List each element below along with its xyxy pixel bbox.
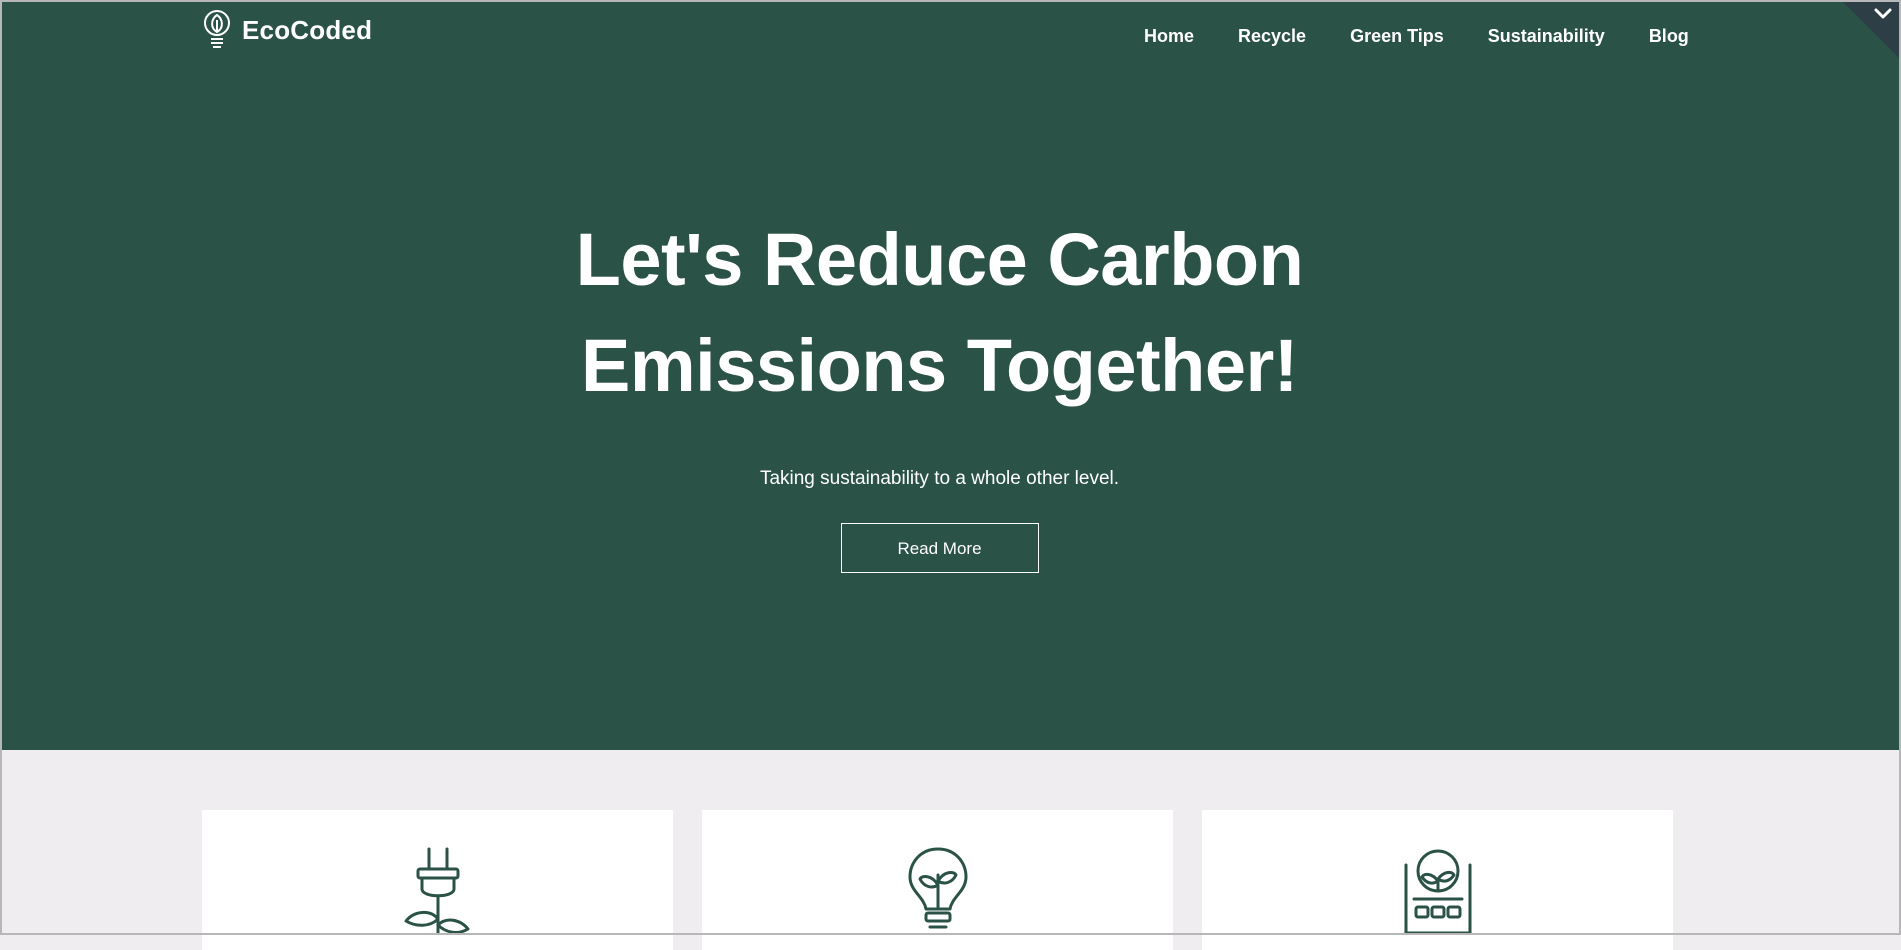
brand-name: EcoCoded bbox=[242, 14, 373, 45]
lightbulb-sprout-icon bbox=[908, 847, 967, 929]
plug-plant-icon bbox=[404, 847, 469, 935]
hero-title-line-1: Let's Reduce Carbon bbox=[575, 218, 1304, 301]
brand-logo-link[interactable]: EcoCoded bbox=[200, 8, 372, 52]
feature-card bbox=[1202, 810, 1673, 950]
hero-section: EcoCoded Home Recycle Green Tips Sustain… bbox=[2, 2, 1899, 750]
hero-subtitle: Taking sustainability to a whole other l… bbox=[759, 468, 1120, 489]
solar-panel-plant-icon bbox=[1404, 849, 1471, 935]
hero-title: Let's Reduce Carbon Emissions Together! bbox=[560, 207, 1320, 419]
lightbulb-leaf-icon bbox=[204, 10, 230, 48]
read-more-button[interactable]: Read More bbox=[840, 523, 1039, 573]
feature-card bbox=[702, 810, 1173, 950]
nav-link-green-tips[interactable]: Green Tips bbox=[1328, 22, 1466, 50]
corner-toggle[interactable] bbox=[1843, 2, 1899, 58]
navbar: EcoCoded Home Recycle Green Tips Sustain… bbox=[2, 2, 1899, 62]
main-nav: Home Recycle Green Tips Sustainability B… bbox=[1122, 22, 1711, 50]
nav-link-recycle[interactable]: Recycle bbox=[1216, 22, 1328, 50]
feature-card bbox=[202, 810, 673, 950]
feature-cards bbox=[202, 810, 1673, 950]
hero-content: Let's Reduce Carbon Emissions Together! … bbox=[2, 207, 1877, 573]
hero-title-line-2: Emissions Together! bbox=[581, 324, 1298, 407]
nav-link-home[interactable]: Home bbox=[1122, 22, 1216, 50]
nav-link-blog[interactable]: Blog bbox=[1627, 22, 1711, 50]
nav-link-sustainability[interactable]: Sustainability bbox=[1466, 22, 1627, 50]
